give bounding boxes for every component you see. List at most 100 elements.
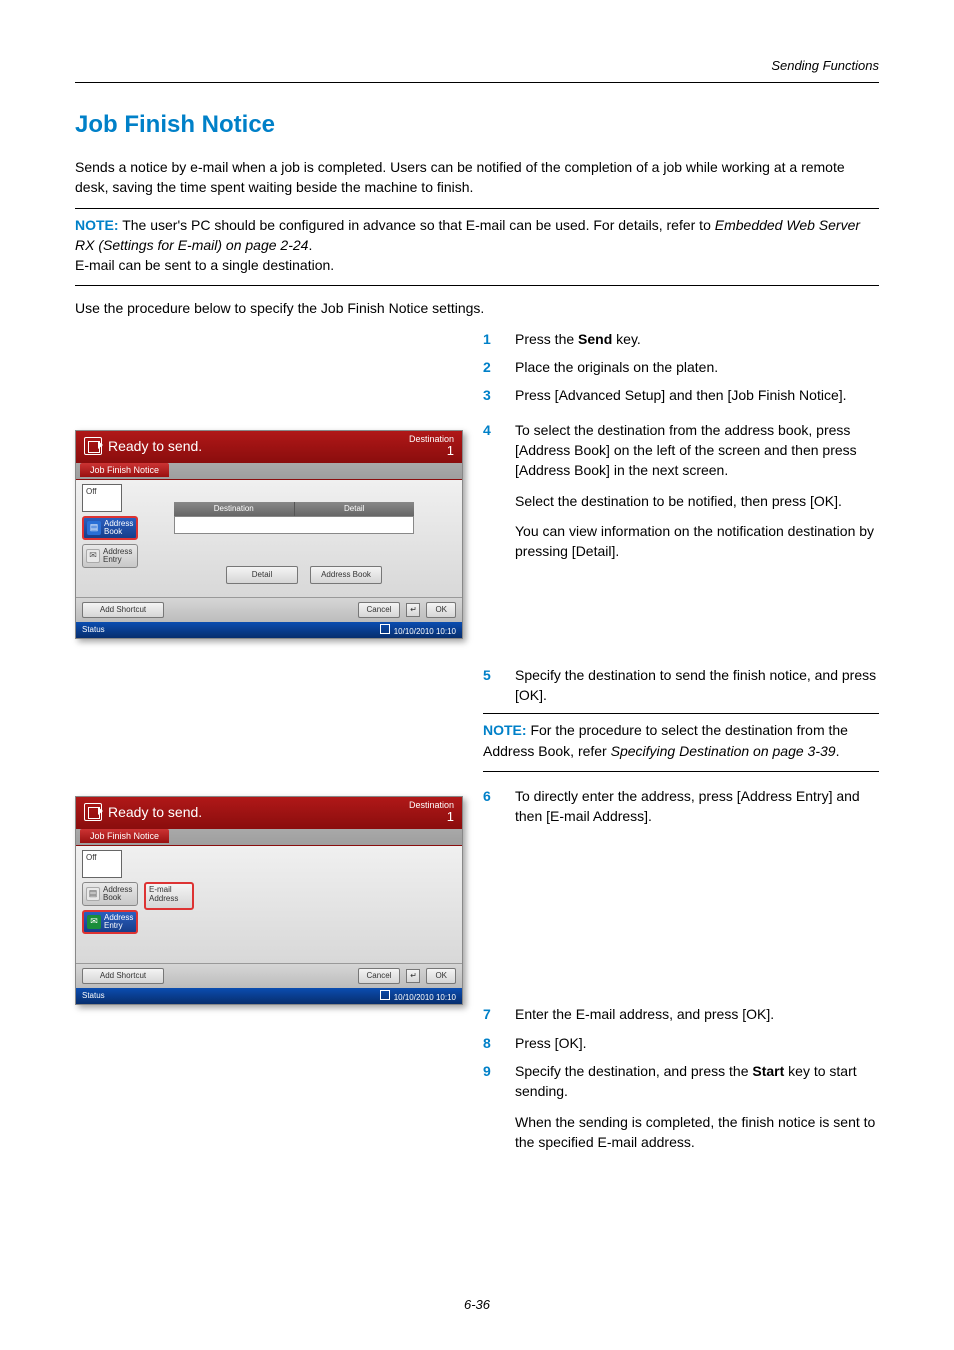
step-8: 8 Press [OK]. (483, 1033, 879, 1053)
status-label[interactable]: Status (82, 991, 105, 1000)
address-book-popup-button[interactable]: Address Book (310, 566, 382, 584)
status-datetime: 10/10/2010 10:10 (394, 627, 456, 636)
step-text: Specify the destination to send the fini… (515, 665, 879, 706)
note-ref: Specifying Destination on page 3-39 (611, 743, 836, 759)
intro-paragraph: Sends a notice by e-mail when a job is c… (75, 157, 879, 198)
off-indicator: Off (82, 850, 122, 878)
lead-paragraph: Use the procedure below to specify the J… (75, 298, 879, 318)
step-number: 2 (483, 357, 497, 377)
panel-body: Off ▤ Address Book ✉ Address Entry E-mai… (76, 845, 462, 963)
email-address-button[interactable]: E-mail Address (144, 882, 194, 910)
step-6: 6 To directly enter the address, press [… (483, 786, 879, 827)
btn-label: Address Book (103, 886, 132, 902)
send-icon (84, 437, 102, 455)
page-number: 6-36 (0, 1297, 954, 1312)
step-number: 4 (483, 420, 497, 572)
address-book-icon: ▤ (86, 887, 100, 901)
step-text: Enter the E-mail address, and press [OK]… (515, 1004, 774, 1024)
step-number: 9 (483, 1061, 497, 1162)
col-detail: Detail (295, 502, 415, 516)
panel-titlebar: Ready to send. Destination 1 (76, 797, 462, 829)
step-text-post: key. (612, 331, 641, 347)
panel-titlebar: Ready to send. Destination 1 (76, 431, 462, 463)
panel-title-text: Ready to send. (108, 804, 202, 820)
note-line2: E-mail can be sent to a single destinati… (75, 257, 334, 273)
step-3: 3 Press [Advanced Setup] and then [Job F… (483, 385, 879, 405)
note-label: NOTE: (483, 722, 527, 738)
step-number: 8 (483, 1033, 497, 1053)
tab-job-finish[interactable]: Job Finish Notice (80, 463, 169, 477)
tab-row: Job Finish Notice (76, 829, 462, 845)
step-bold: Send (578, 331, 612, 347)
off-indicator: Off (82, 484, 122, 512)
col-destination: Destination (174, 502, 295, 516)
panel-footer: Add Shortcut Cancel ↵ OK (76, 963, 462, 988)
note-tail: . (836, 743, 840, 759)
section-header: Sending Functions (771, 58, 879, 73)
note-rule-bottom (75, 285, 879, 286)
step-bold: Start (752, 1063, 784, 1079)
note2-rule-bottom (483, 771, 879, 772)
step-number: 1 (483, 329, 497, 349)
page-title: Job Finish Notice (75, 111, 879, 139)
ok-button[interactable]: OK (426, 602, 456, 618)
send-icon (84, 803, 102, 821)
mail-icon: ✉ (86, 549, 100, 563)
step-number: 3 (483, 385, 497, 405)
panel-body: Off ▤ Address Book ✉ Address Entry Desti… (76, 479, 462, 597)
step-4: 4 To select the destination from the add… (483, 420, 879, 572)
step-text: Press [OK]. (515, 1033, 587, 1053)
copies-icon (380, 990, 390, 1000)
status-datetime: 10/10/2010 10:10 (394, 993, 456, 1002)
return-icon[interactable]: ↵ (406, 969, 420, 983)
step-2: 2 Place the originals on the platen. (483, 357, 879, 377)
step-5: 5 Specify the destination to send the fi… (483, 665, 879, 706)
step-text: To select the destination from the addre… (515, 420, 879, 481)
step-text: Specify the destination, and press the (515, 1063, 752, 1079)
step-text: When the sending is completed, the finis… (515, 1112, 879, 1153)
destination-count: Destination 1 (409, 801, 454, 823)
step-number: 5 (483, 665, 497, 706)
step-9: 9 Specify the destination, and press the… (483, 1061, 879, 1162)
note-text-end: . (308, 237, 312, 253)
ok-button[interactable]: OK (426, 968, 456, 984)
header-rule (75, 82, 879, 83)
step-text: You can view information on the notifica… (515, 521, 879, 562)
detail-button[interactable]: Detail (226, 566, 298, 584)
copies-icon (380, 624, 390, 634)
cancel-button[interactable]: Cancel (358, 968, 401, 984)
screenshot-panel-2: Ready to send. Destination 1 Job Finish … (75, 796, 463, 1005)
panel-title-text: Ready to send. (108, 438, 202, 454)
address-entry-button[interactable]: ✉ Address Entry (82, 910, 138, 934)
mail-icon: ✉ (87, 915, 101, 929)
address-entry-button[interactable]: ✉ Address Entry (82, 544, 138, 568)
tab-job-finish[interactable]: Job Finish Notice (80, 829, 169, 843)
btn-label: Address Entry (104, 914, 133, 930)
cancel-button[interactable]: Cancel (358, 602, 401, 618)
note-text: The user's PC should be configured in ad… (119, 217, 715, 233)
step-text: Press [Advanced Setup] and then [Job Fin… (515, 385, 847, 405)
destination-count: Destination 1 (409, 435, 454, 457)
step-text: To directly enter the address, press [Ad… (515, 786, 879, 827)
return-icon[interactable]: ↵ (406, 603, 420, 617)
address-book-icon: ▤ (87, 521, 101, 535)
panel-footer: Add Shortcut Cancel ↵ OK (76, 597, 462, 622)
status-bar: Status 10/10/2010 10:10 (76, 622, 462, 638)
note-2: NOTE: For the procedure to select the de… (483, 720, 879, 761)
add-shortcut-button[interactable]: Add Shortcut (82, 968, 164, 984)
step-text: Select the destination to be notified, t… (515, 491, 879, 511)
step-number: 7 (483, 1004, 497, 1024)
step-1: 1 Press the Send key. (483, 329, 879, 349)
tab-row: Job Finish Notice (76, 463, 462, 479)
step-text: Place the originals on the platen. (515, 357, 718, 377)
note2-rule-top (483, 713, 879, 714)
step-7: 7 Enter the E-mail address, and press [O… (483, 1004, 879, 1024)
status-label[interactable]: Status (82, 625, 105, 634)
screenshot-panel-1: Ready to send. Destination 1 Job Finish … (75, 430, 463, 639)
address-book-button[interactable]: ▤ Address Book (82, 882, 138, 906)
dest-table-row (174, 516, 414, 534)
address-book-button[interactable]: ▤ Address Book (82, 516, 138, 540)
dest-table-header: Destination Detail (174, 502, 414, 516)
step-number: 6 (483, 786, 497, 827)
add-shortcut-button[interactable]: Add Shortcut (82, 602, 164, 618)
